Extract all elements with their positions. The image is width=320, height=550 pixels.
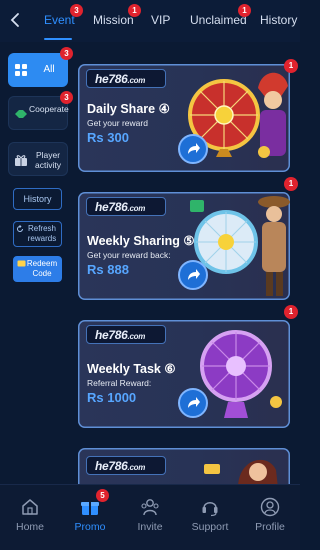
gift-box-icon [15, 155, 27, 166]
card-badge: 1 [284, 59, 298, 73]
top-tab-bar: Event 3 Mission 1 VIP Unclaimed 1 Histor… [0, 0, 300, 42]
nav-promo-badge: 5 [96, 489, 109, 502]
share-arrow-icon [188, 143, 200, 154]
profile-icon [260, 497, 280, 517]
sidebar-cooperate-badge: 3 [60, 91, 73, 104]
card-title: Daily Share ④ [87, 102, 170, 116]
card-badge: 1 [284, 177, 298, 191]
sidebar-item-label: All [43, 64, 55, 75]
brand-logo: he786.com [86, 197, 166, 216]
sidebar-item-player-activity[interactable]: Player activity [8, 142, 68, 176]
explorer-character-image [258, 196, 290, 296]
nav-invite[interactable]: Invite [120, 485, 180, 550]
tab-mission[interactable]: Mission [93, 13, 134, 27]
brand-logo: he786.com [86, 325, 166, 344]
card-subtitle: Get your reward back: [87, 250, 171, 260]
grid-icon [15, 64, 27, 76]
sidebar-item-label: Player activity [35, 150, 61, 170]
nav-support[interactable]: Support [180, 485, 240, 550]
card-badge: 1 [284, 305, 298, 319]
brand-logo: he786.com [86, 456, 166, 475]
redeem-code-button[interactable]: Redeem Code [13, 256, 62, 282]
sidebar-item-label: Cooperate [29, 104, 69, 114]
refresh-rewards-label: Refresh rewards [27, 224, 57, 243]
bottom-navigation: Home 5 Promo Invite Support Profile [0, 484, 300, 550]
tab-event[interactable]: Event [44, 13, 75, 27]
promo-card-weekly-task[interactable]: he786.com Weekly Task ⑥ Referral Reward:… [78, 320, 290, 428]
nav-label: Profile [255, 521, 285, 533]
nav-label: Support [191, 521, 229, 533]
card-title: Weekly Task ⑥ [87, 362, 176, 376]
handshake-icon [15, 110, 27, 118]
sidebar-item-all[interactable]: All [8, 53, 68, 87]
nav-label: Invite [137, 521, 163, 533]
share-arrow-icon [188, 397, 200, 408]
card-subtitle: Referral Reward: [87, 378, 152, 388]
share-arrow-icon [188, 269, 200, 280]
card-amount: Rs 300 [87, 130, 129, 145]
nav-profile[interactable]: Profile [240, 485, 300, 550]
share-button[interactable] [178, 134, 208, 164]
card-amount: Rs 888 [87, 262, 129, 277]
sidebar-all-badge: 3 [60, 47, 73, 60]
nav-label: Home [15, 521, 44, 533]
share-button[interactable] [178, 260, 208, 290]
tab-vip[interactable]: VIP [151, 13, 170, 27]
character-image [204, 459, 278, 488]
promo-card-weekly-sharing[interactable]: he786.com Weekly Sharing ⑤ Get your rewa… [78, 192, 290, 300]
home-icon [22, 499, 38, 515]
headset-icon [202, 502, 218, 517]
tab-unclaimed[interactable]: Unclaimed [190, 13, 247, 27]
card-subtitle: Get your reward [87, 118, 148, 128]
nav-promo[interactable]: 5 Promo [60, 485, 120, 550]
nav-label: Promo [74, 521, 106, 533]
jester-character-image [258, 72, 288, 158]
card-amount: Rs 1000 [87, 390, 137, 405]
active-tab-indicator [44, 38, 72, 40]
tab-event-badge: 3 [70, 4, 83, 17]
history-button[interactable]: History [13, 188, 62, 210]
back-arrow-icon[interactable] [6, 10, 26, 30]
tab-unclaimed-badge: 1 [238, 4, 251, 17]
brand-logo: he786.com [86, 69, 166, 88]
nav-home[interactable]: Home [0, 485, 60, 550]
card-title: Weekly Sharing ⑤ [87, 234, 195, 248]
promo-card-daily-share[interactable]: he786.com Daily Share ④ Get your reward … [78, 64, 290, 172]
refresh-rewards-button[interactable]: Refresh rewards [13, 221, 62, 247]
sidebar-item-cooperate[interactable]: Cooperate [8, 96, 69, 130]
redeem-code-label: Redeem Code [26, 259, 58, 278]
tab-history[interactable]: History [260, 13, 297, 27]
tab-mission-badge: 1 [128, 4, 141, 17]
invite-icon [141, 499, 159, 516]
share-button[interactable] [178, 388, 208, 418]
